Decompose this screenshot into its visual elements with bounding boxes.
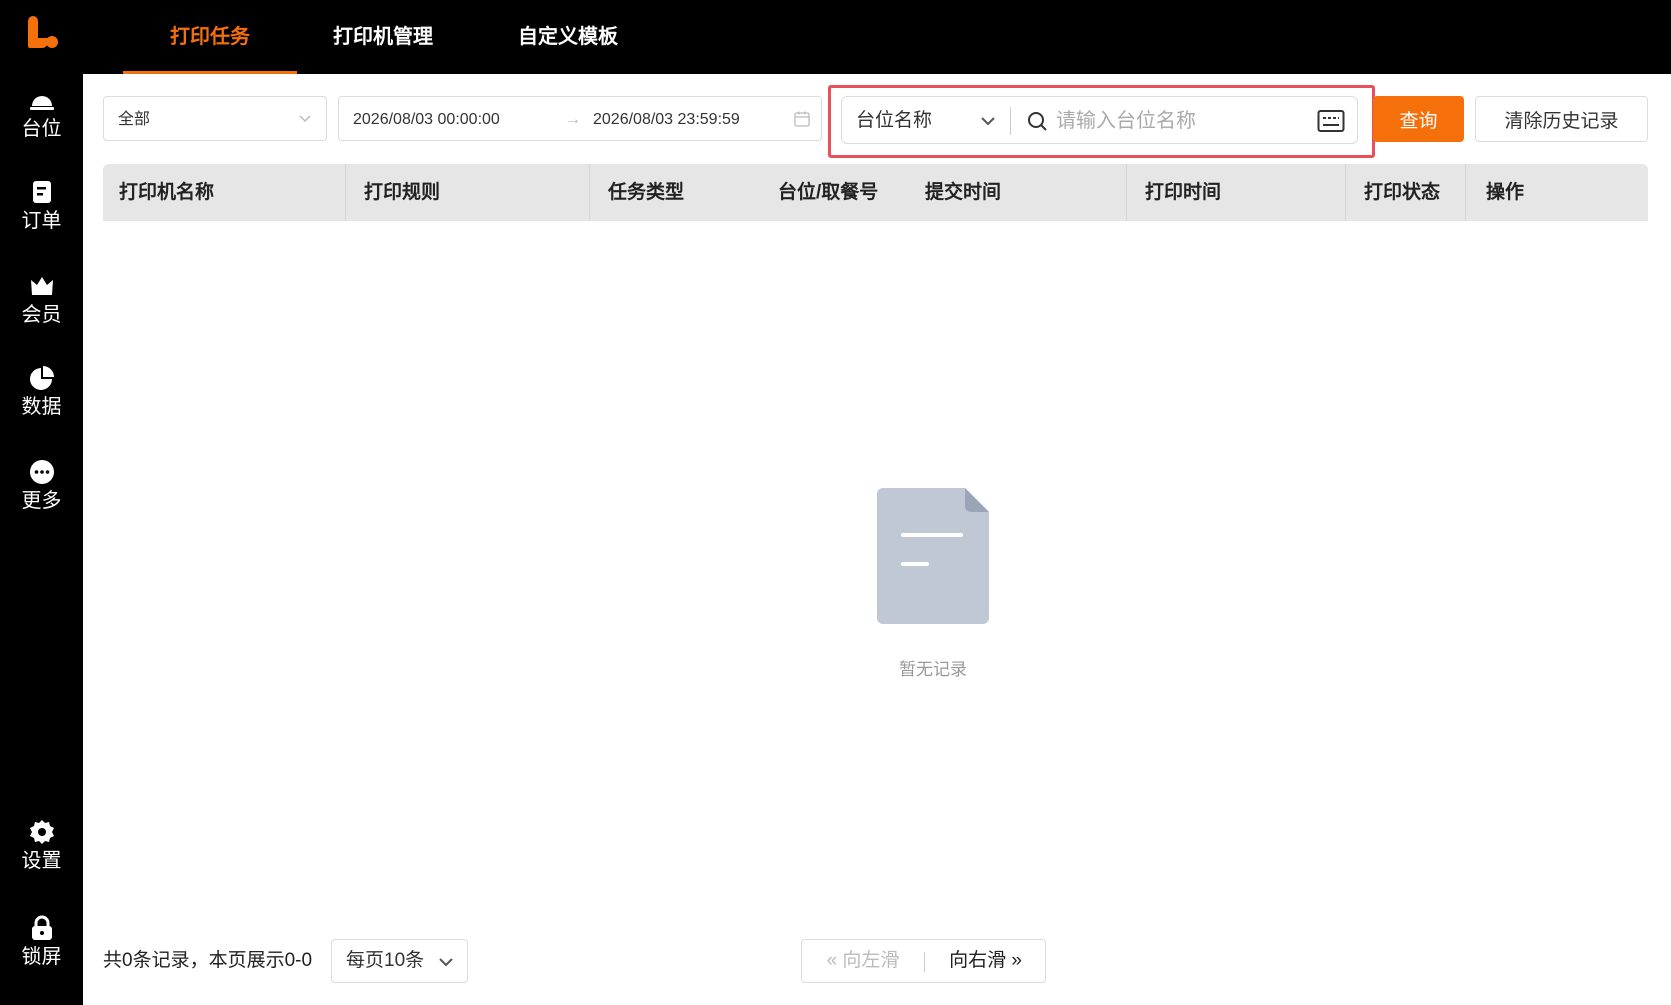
date-range-picker[interactable]: 2026/08/03 00:00:00 → 2026/08/03 23:59:5… — [338, 96, 822, 141]
column-header: 台位/取餐号 — [778, 182, 879, 203]
search-icon — [1028, 112, 1047, 131]
keyboard-icon[interactable] — [1317, 109, 1345, 133]
search-type-select[interactable]: 台位名称 — [856, 97, 932, 145]
chevron-down-icon[interactable] — [978, 111, 998, 131]
gear-icon — [29, 820, 54, 844]
tab-custom-templates[interactable]: 自定义模板 — [493, 0, 643, 74]
sidebar-item-label: 设置 — [21, 850, 62, 872]
more-dots-icon — [29, 460, 54, 484]
clear-history-button[interactable]: 清除历史记录 — [1475, 96, 1648, 142]
column-divider — [345, 164, 346, 221]
pie-chart-icon — [29, 366, 54, 390]
calendar-icon — [794, 111, 810, 127]
page-size-select[interactable]: 每页10条 — [331, 939, 468, 983]
column-header: 任务类型 — [608, 182, 685, 203]
brand-logo[interactable] — [26, 14, 58, 50]
sidebar-item-label: 订单 — [21, 210, 62, 232]
tab-printer-management[interactable]: 打印机管理 — [313, 0, 453, 74]
date-end[interactable]: 2026/08/03 23:59:59 — [593, 97, 740, 142]
table-bell-icon — [29, 96, 54, 110]
sidebar-item-label: 台位 — [21, 118, 62, 140]
pager: « 向左滑 向右滑 » — [801, 939, 1046, 983]
sidebar-item-label: 数据 — [21, 396, 62, 418]
next-page-button[interactable]: 向右滑 » — [925, 940, 1046, 982]
query-button[interactable]: 查询 — [1373, 96, 1464, 142]
divider — [1010, 107, 1011, 135]
chevron-down-icon — [439, 958, 453, 967]
search-input[interactable] — [1056, 103, 1296, 139]
sidebar-item-settings[interactable]: 设置 — [0, 818, 83, 888]
table-header: 打印机名称 打印规则 任务类型 台位/取餐号 提交时间 打印时间 打印状态 操作 — [103, 164, 1648, 221]
sidebar-item-members[interactable]: 会员 — [0, 272, 83, 342]
double-chevron-left-icon: « — [826, 950, 838, 971]
record-summary: 共0条记录，本页展示0-0 — [103, 950, 313, 971]
column-header: 提交时间 — [925, 182, 1002, 203]
sidebar-item-label: 更多 — [21, 490, 62, 512]
search-group: 台位名称 — [841, 96, 1358, 144]
sidebar: 台位 订单 会员 数据 更多 设置 锁屏 — [0, 0, 83, 1005]
column-header: 打印机名称 — [119, 182, 215, 203]
crown-icon — [30, 277, 53, 295]
lock-icon — [31, 915, 52, 940]
next-page-label: 向右滑 — [949, 950, 1007, 971]
prev-page-label: 向左滑 — [842, 950, 900, 971]
column-divider — [1126, 164, 1127, 221]
column-header: 操作 — [1486, 182, 1525, 203]
empty-document-icon — [877, 488, 989, 624]
top-tab-bar: 打印任务 打印机管理 自定义模板 — [83, 0, 1671, 74]
double-chevron-right-icon: » — [1011, 950, 1022, 971]
column-divider — [589, 164, 590, 221]
app-root: 台位 订单 会员 数据 更多 设置 锁屏 打印任务 打印机管理 自定义模板 全部… — [0, 0, 1671, 1005]
date-start[interactable]: 2026/08/03 00:00:00 — [353, 97, 500, 142]
column-divider — [1345, 164, 1346, 221]
column-divider — [1465, 164, 1466, 221]
sidebar-item-orders[interactable]: 订单 — [0, 178, 83, 248]
sidebar-item-more[interactable]: 更多 — [0, 458, 83, 528]
sidebar-item-data[interactable]: 数据 — [0, 364, 83, 434]
column-header: 打印状态 — [1364, 182, 1441, 203]
sidebar-item-tables[interactable]: 台位 — [0, 86, 83, 156]
empty-state-text: 暂无记录 — [899, 660, 967, 679]
status-select-value: 全部 — [118, 111, 151, 128]
order-doc-icon — [32, 181, 51, 203]
column-header: 打印时间 — [1145, 182, 1222, 203]
column-header: 打印规则 — [364, 182, 441, 203]
prev-page-button[interactable]: « 向左滑 — [802, 940, 924, 982]
tab-print-tasks[interactable]: 打印任务 — [123, 0, 297, 74]
chevron-down-icon — [299, 115, 311, 123]
sidebar-item-label: 会员 — [21, 304, 62, 326]
date-range-arrow: → — [565, 111, 581, 128]
page-size-value: 每页10条 — [346, 950, 425, 971]
status-select[interactable]: 全部 — [103, 96, 327, 141]
sidebar-item-label: 锁屏 — [21, 946, 62, 968]
sidebar-item-lock[interactable]: 锁屏 — [0, 914, 83, 984]
